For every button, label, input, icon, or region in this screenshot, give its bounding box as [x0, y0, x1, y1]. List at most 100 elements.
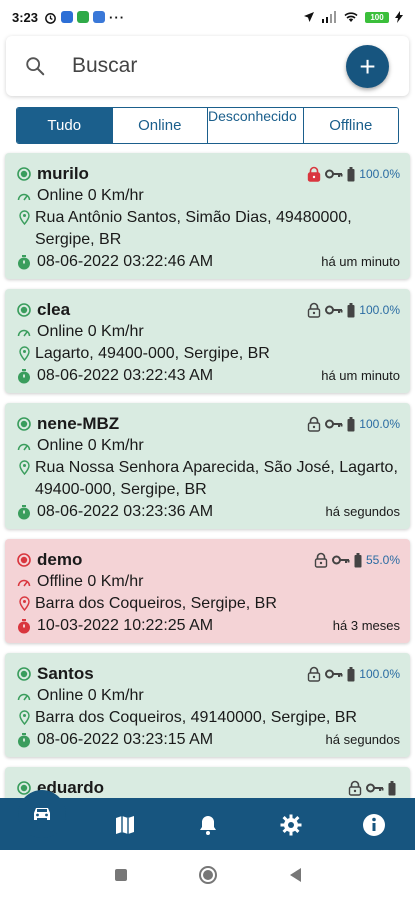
- speedometer-icon: [15, 576, 33, 588]
- system-navigation-bar: [0, 850, 415, 900]
- bell-icon: [200, 816, 216, 835]
- key-icon: [325, 305, 343, 315]
- tab-offline[interactable]: Offline: [302, 108, 398, 143]
- back-icon[interactable]: [288, 867, 302, 883]
- timer-icon: [15, 732, 33, 748]
- device-address: Lagarto, 49400-000, Sergipe, BR: [35, 345, 270, 362]
- device-address: Rua Antônio Santos, Simão Dias, 49480000…: [35, 209, 352, 248]
- device-meta: 100.0%: [307, 413, 400, 435]
- location-arrow-icon: [304, 12, 314, 22]
- signal-icon: [322, 11, 336, 23]
- key-icon: [331, 555, 350, 565]
- home-icon[interactable]: [198, 865, 218, 885]
- location-pin-icon: [15, 210, 33, 225]
- status-time: 3:23: [12, 9, 39, 25]
- device-address: Barra dos Coqueiros, 49140000, Sergipe, …: [35, 709, 357, 726]
- lock-icon[interactable]: [307, 666, 321, 682]
- timer-icon: [15, 618, 33, 634]
- search-icon[interactable]: [24, 55, 46, 77]
- status-dot-icon: [15, 417, 33, 431]
- speedometer-icon: [15, 690, 33, 702]
- app-notification-icon: [93, 11, 106, 23]
- location-pin-icon: [15, 460, 33, 475]
- map-icon: [116, 816, 134, 834]
- speedometer-icon: [15, 190, 33, 202]
- location-pin-icon: [15, 596, 33, 611]
- device-status-speed: Offline 0 Km/hr: [37, 573, 144, 590]
- device-last-update: há segundos: [325, 732, 400, 747]
- nav-notifications-button[interactable]: [195, 812, 221, 838]
- device-datetime: 10-03-2022 10:22:25 AM: [37, 617, 214, 634]
- battery-percentage: 100.0%: [359, 167, 400, 181]
- device-status-speed: Online 0 Km/hr: [37, 437, 144, 454]
- nav-vehicles-button[interactable]: [18, 790, 66, 838]
- device-card[interactable]: nene-MBZ 100.0% Online 0 Km/hr Rua Nossa…: [5, 403, 410, 529]
- key-icon: [325, 169, 343, 179]
- lock-icon[interactable]: [348, 780, 362, 796]
- battery-icon: 100: [365, 11, 389, 23]
- device-name: Santos: [37, 664, 94, 683]
- recents-icon[interactable]: [114, 868, 128, 882]
- timer-icon: [15, 254, 33, 270]
- charging-icon: [395, 11, 403, 23]
- more-notifications-icon: ···: [109, 9, 126, 25]
- battery-level-icon: [354, 552, 362, 567]
- device-meta: 100.0%: [307, 299, 400, 321]
- tab-all[interactable]: Tudo: [17, 108, 112, 143]
- tab-online[interactable]: Online: [111, 108, 207, 143]
- tab-unknown[interactable]: Desconhecido: [207, 108, 303, 143]
- device-last-update: há um minuto: [321, 368, 400, 383]
- nav-settings-button[interactable]: [278, 812, 304, 838]
- app-notification-icon: [77, 11, 90, 23]
- info-icon: [363, 814, 385, 836]
- status-dot-icon: [15, 667, 33, 681]
- device-address: Rua Nossa Senhora Aparecida, São José, L…: [35, 459, 398, 498]
- gear-icon: [280, 814, 302, 836]
- status-dot-icon: [15, 303, 33, 317]
- device-meta: 100.0%: [307, 163, 400, 185]
- alarm-icon: [45, 12, 56, 24]
- device-datetime: 08-06-2022 03:23:36 AM: [37, 503, 214, 520]
- device-name: murilo: [37, 164, 89, 183]
- lock-icon[interactable]: [314, 552, 328, 568]
- location-pin-icon: [15, 346, 33, 361]
- battery-level-icon: [347, 416, 355, 431]
- battery-percentage: 100.0%: [359, 667, 400, 681]
- device-meta: 55.0%: [314, 549, 400, 571]
- device-list: murilo 100.0% Online 0 Km/hr Rua Antônio…: [5, 153, 410, 874]
- device-last-update: há segundos: [325, 504, 400, 519]
- nav-info-button[interactable]: [361, 812, 387, 838]
- status-dot-icon: [15, 167, 33, 181]
- lock-icon[interactable]: [307, 166, 321, 182]
- device-datetime: 08-06-2022 03:22:46 AM: [37, 253, 214, 270]
- nav-map-button[interactable]: [112, 812, 138, 838]
- device-last-update: há um minuto: [321, 254, 400, 269]
- status-dot-icon: [15, 553, 33, 567]
- speedometer-icon: [15, 440, 33, 452]
- timer-icon: [15, 368, 33, 384]
- device-last-update: há 3 meses: [332, 618, 400, 633]
- location-pin-icon: [15, 710, 33, 725]
- device-datetime: 08-06-2022 03:22:43 AM: [37, 367, 214, 384]
- battery-level-icon: [388, 780, 396, 795]
- status-filter-tabs: Tudo Online Desconhecido Offline: [16, 107, 399, 144]
- device-card[interactable]: demo 55.0% Offline 0 Km/hr Barra dos Coq…: [5, 539, 410, 643]
- status-notification-icons: ···: [44, 10, 125, 25]
- search-input[interactable]: [72, 54, 302, 78]
- lock-icon[interactable]: [307, 416, 321, 432]
- device-name: nene-MBZ: [37, 414, 120, 433]
- device-status-speed: Online 0 Km/hr: [37, 187, 144, 204]
- device-card[interactable]: Santos 100.0% Online 0 Km/hr Barra dos C…: [5, 653, 410, 757]
- device-card[interactable]: clea 100.0% Online 0 Km/hr Lagarto, 4940…: [5, 289, 410, 393]
- lock-icon[interactable]: [307, 302, 321, 318]
- device-card[interactable]: murilo 100.0% Online 0 Km/hr Rua Antônio…: [5, 153, 410, 279]
- battery-percentage: 100.0%: [359, 417, 400, 431]
- speedometer-icon: [15, 326, 33, 338]
- timer-icon: [15, 504, 33, 520]
- battery-level-icon: [347, 666, 355, 681]
- device-status-speed: Online 0 Km/hr: [37, 687, 144, 704]
- battery-percentage: 100.0%: [359, 303, 400, 317]
- wifi-icon: [344, 12, 358, 22]
- battery-level-icon: [347, 166, 355, 181]
- add-device-button[interactable]: +: [346, 45, 389, 88]
